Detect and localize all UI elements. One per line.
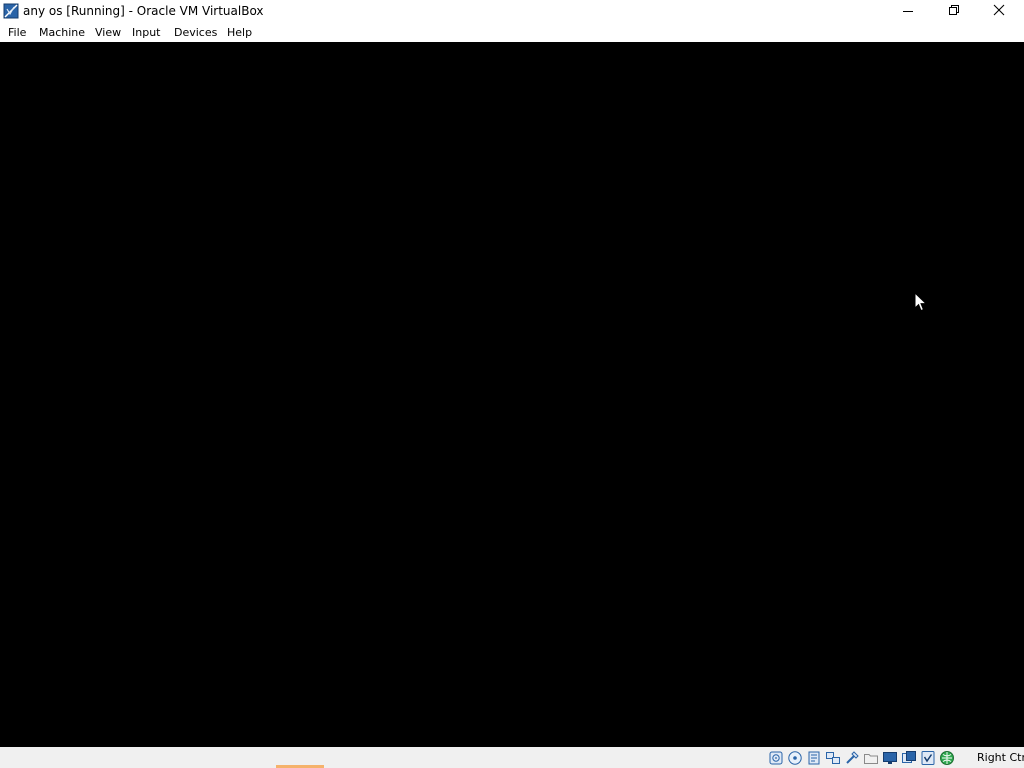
close-button[interactable] bbox=[977, 0, 1023, 22]
virtualbox-vm-window: any os [Running] - Oracle VM VirtualBox … bbox=[0, 0, 1024, 768]
vm-display[interactable] bbox=[0, 42, 1024, 747]
network-icon[interactable] bbox=[825, 750, 841, 766]
menu-help[interactable]: Help bbox=[227, 26, 252, 39]
menu-devices[interactable]: Devices bbox=[174, 26, 217, 39]
keyboard-capture-icon[interactable] bbox=[939, 750, 955, 766]
minimize-button[interactable] bbox=[885, 0, 931, 22]
menu-input[interactable]: Input bbox=[132, 26, 160, 39]
shared-folders-icon[interactable] bbox=[863, 750, 879, 766]
optical-drive-icon[interactable] bbox=[787, 750, 803, 766]
audio-icon[interactable] bbox=[806, 750, 822, 766]
host-key-label[interactable]: Right Ctrl bbox=[977, 751, 1024, 764]
window-title: any os [Running] - Oracle VM VirtualBox bbox=[23, 4, 264, 18]
restore-icon bbox=[949, 5, 959, 15]
status-bar: Right Ctrl bbox=[0, 747, 1024, 768]
menu-bar: File Machine View Input Devices Help bbox=[0, 23, 1024, 42]
menu-file[interactable]: File bbox=[8, 26, 26, 39]
display-icon[interactable] bbox=[882, 750, 898, 766]
menu-view[interactable]: View bbox=[95, 26, 121, 39]
title-bar[interactable]: any os [Running] - Oracle VM VirtualBox bbox=[0, 0, 1024, 23]
restore-button[interactable] bbox=[931, 0, 977, 22]
usb-icon[interactable] bbox=[844, 750, 860, 766]
close-icon bbox=[993, 4, 1005, 16]
video-capture-icon[interactable] bbox=[901, 750, 917, 766]
virtualbox-icon bbox=[3, 3, 19, 19]
mouse-integration-icon[interactable] bbox=[920, 750, 936, 766]
minimize-icon bbox=[903, 11, 913, 12]
menu-machine[interactable]: Machine bbox=[39, 26, 85, 39]
status-icons bbox=[768, 750, 955, 766]
mouse-pointer-icon bbox=[914, 292, 928, 312]
hard-disk-icon[interactable] bbox=[768, 750, 784, 766]
